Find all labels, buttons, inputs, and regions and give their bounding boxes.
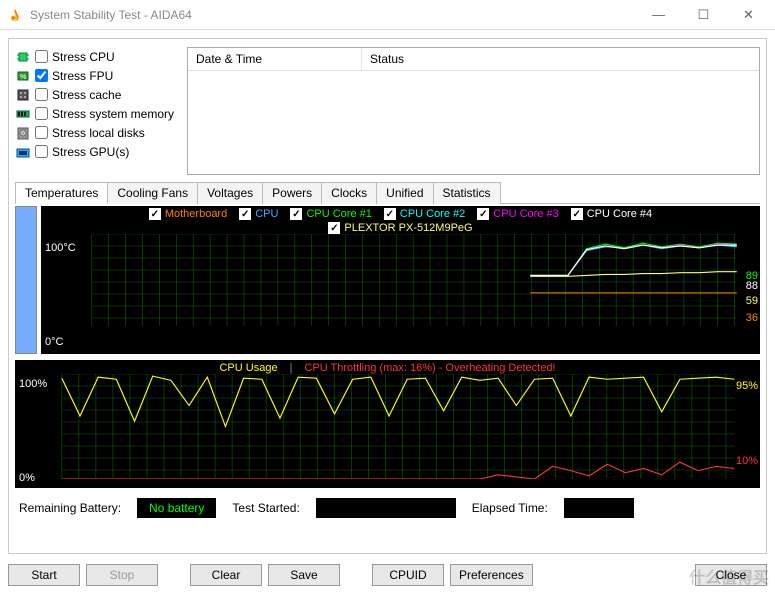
cpu-usage-graph: CPU Usage | CPU Throttling (max: 16%) - … <box>15 360 760 488</box>
remaining-battery-label: Remaining Battery: <box>19 501 121 515</box>
content-frame: Stress CPU % Stress FPU Stress cache Str… <box>8 38 767 554</box>
legend-item[interactable]: ✓CPU Core #4 <box>571 208 652 220</box>
app-icon <box>8 8 22 22</box>
tab-powers[interactable]: Powers <box>262 182 322 204</box>
log-header-datetime[interactable]: Date & Time <box>188 48 362 70</box>
fpu-icon: % <box>15 69 31 83</box>
close-button[interactable]: Close <box>695 564 767 586</box>
legend-item[interactable]: ✓Motherboard <box>149 208 227 220</box>
stress-gpu-label: Stress GPU(s) <box>52 145 129 159</box>
cache-icon <box>15 88 31 102</box>
stress-cache-label: Stress cache <box>52 88 121 102</box>
usage-readout: 95% <box>736 380 758 392</box>
stress-disks-label: Stress local disks <box>52 126 145 140</box>
preferences-button[interactable]: Preferences <box>450 564 533 586</box>
temp-readout: 88 <box>746 280 758 292</box>
stress-fpu-checkbox[interactable] <box>35 69 48 82</box>
title-bar: System Stability Test - AIDA64 — ☐ ✕ <box>0 0 775 30</box>
close-window-button[interactable]: ✕ <box>726 0 771 30</box>
stress-disks-checkbox[interactable] <box>35 126 48 139</box>
legend-cpu-usage: CPU Usage <box>219 362 277 374</box>
temp-readout: 59 <box>746 295 758 307</box>
cpu-usage-plot <box>15 374 760 479</box>
legend-item[interactable]: ✓PLEXTOR PX-512M9PeG <box>328 222 472 234</box>
stress-cpu-label: Stress CPU <box>52 50 115 64</box>
legend-cpu-throttling: CPU Throttling (max: 16%) - Overheating … <box>304 362 555 374</box>
stress-memory-label: Stress system memory <box>52 107 174 121</box>
legend-item[interactable]: ✓CPU Core #2 <box>384 208 465 220</box>
legend-item[interactable]: ✓CPU <box>239 208 278 220</box>
log-header-status[interactable]: Status <box>362 48 759 70</box>
temp-axis-bottom: 0°C <box>45 336 63 348</box>
remaining-battery-value: No battery <box>149 501 204 515</box>
status-row: Remaining Battery: No battery Test Start… <box>15 496 760 520</box>
cpuid-button[interactable]: CPUID <box>372 564 444 586</box>
sensor-select-strip[interactable] <box>15 206 37 354</box>
stress-cache-checkbox[interactable] <box>35 88 48 101</box>
tab-statistics[interactable]: Statistics <box>433 182 501 204</box>
tab-clocks[interactable]: Clocks <box>321 182 377 204</box>
usage-axis-bottom: 0% <box>19 472 35 484</box>
test-started-label: Test Started: <box>232 501 299 515</box>
usage-axis-top: 100% <box>19 378 47 390</box>
event-log-table[interactable]: Date & Time Status <box>187 47 760 175</box>
window-title: System Stability Test - AIDA64 <box>30 8 192 22</box>
stress-cpu-checkbox[interactable] <box>35 50 48 63</box>
stress-checklist: Stress CPU % Stress FPU Stress cache Str… <box>15 47 177 175</box>
maximize-button[interactable]: ☐ <box>681 0 726 30</box>
disk-icon <box>15 126 31 140</box>
svg-text:%: % <box>20 74 26 81</box>
legend-item[interactable]: ✓CPU Core #1 <box>290 208 371 220</box>
minimize-button[interactable]: — <box>636 0 681 30</box>
temperature-plot <box>41 234 760 326</box>
tab-voltages[interactable]: Voltages <box>197 182 263 204</box>
button-bar: Start Stop Clear Save CPUID Preferences … <box>8 564 767 586</box>
cpu-icon <box>15 50 31 64</box>
tab-unified[interactable]: Unified <box>376 182 433 204</box>
gpu-icon <box>15 145 31 159</box>
temp-readout: 36 <box>746 312 758 324</box>
elapsed-time-label: Elapsed Time: <box>472 501 548 515</box>
start-button[interactable]: Start <box>8 564 80 586</box>
clear-button[interactable]: Clear <box>190 564 262 586</box>
stress-fpu-label: Stress FPU <box>52 69 113 83</box>
temp-axis-top: 100°C <box>45 242 76 254</box>
legend-item[interactable]: ✓CPU Core #3 <box>477 208 558 220</box>
tab-temperatures[interactable]: Temperatures <box>15 182 108 204</box>
graph-tabs: Temperatures Cooling Fans Voltages Power… <box>15 181 760 204</box>
stress-memory-checkbox[interactable] <box>35 107 48 120</box>
stop-button[interactable]: Stop <box>86 564 158 586</box>
stress-gpu-checkbox[interactable] <box>35 145 48 158</box>
save-button[interactable]: Save <box>268 564 340 586</box>
tab-cooling-fans[interactable]: Cooling Fans <box>107 182 198 204</box>
memory-icon <box>15 107 31 121</box>
temperature-graph: ✓Motherboard ✓CPU ✓CPU Core #1 ✓CPU Core #2… <box>41 206 760 354</box>
usage-readout: 10% <box>736 455 758 467</box>
